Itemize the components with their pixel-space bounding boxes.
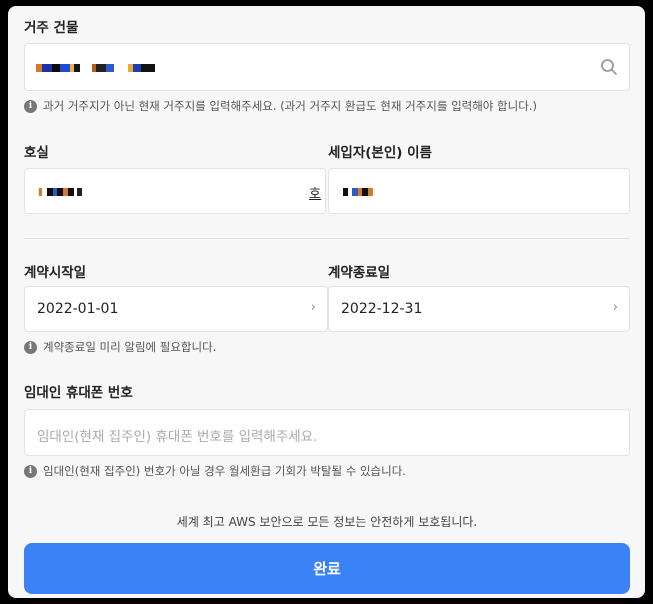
- contract-start-label: 계약시작일: [24, 265, 87, 281]
- building-help: i 과거 거주지가 아닌 현재 거주지를 입력해주세요. (과거 거주지 환급도…: [24, 98, 537, 114]
- section-divider: [24, 238, 630, 239]
- contract-end-label: 계약종료일: [328, 265, 391, 281]
- contract-end-select[interactable]: 2022-12-31 ›: [328, 286, 630, 332]
- landlord-phone-label: 임대인 휴대폰 번호: [24, 385, 133, 401]
- building-label: 거주 건물: [24, 20, 79, 36]
- landlord-phone-input[interactable]: 임대인(현재 집주인) 휴대폰 번호를 입력해주세요.: [24, 409, 630, 456]
- contract-end-value: 2022-12-31: [341, 301, 423, 317]
- contract-start-select[interactable]: 2022-01-01 ›: [24, 286, 328, 332]
- redacted-tenant-name: [343, 187, 373, 197]
- building-input[interactable]: [24, 43, 630, 91]
- landlord-phone-placeholder: 임대인(현재 집주인) 휴대폰 번호를 입력해주세요.: [37, 429, 318, 445]
- info-icon: i: [24, 340, 37, 354]
- contract-help: i 계약종료일 미리 알림에 필요합니다.: [24, 339, 216, 355]
- search-icon[interactable]: [600, 58, 618, 76]
- security-notice: 세계 최고 AWS 보안으로 모든 정보는 안전하게 보호됩니다.: [176, 515, 478, 529]
- chevron-right-icon: ›: [612, 300, 618, 315]
- chevron-right-icon: ›: [310, 300, 316, 315]
- redacted-room-value: [39, 187, 82, 197]
- tenant-name-input[interactable]: [328, 168, 630, 214]
- form-panel: 거주 건물 i 과거 거주지가 아닌 현재 거주지를 입력해주세요. (과거 거…: [8, 6, 645, 598]
- tenant-name-label: 세입자(본인) 이름: [328, 145, 432, 161]
- room-input[interactable]: 호: [24, 168, 326, 214]
- room-label: 호실: [24, 145, 49, 161]
- contract-start-value: 2022-01-01: [37, 301, 119, 317]
- landlord-phone-help: i 임대인(현재 집주인) 번호가 아닐 경우 월세환급 기회가 박탈될 수 있…: [24, 463, 406, 479]
- redacted-building-value: [36, 63, 155, 73]
- room-suffix: 호: [309, 187, 321, 202]
- info-icon: i: [24, 464, 37, 478]
- info-icon: i: [24, 99, 37, 113]
- submit-button[interactable]: 완료: [24, 543, 630, 594]
